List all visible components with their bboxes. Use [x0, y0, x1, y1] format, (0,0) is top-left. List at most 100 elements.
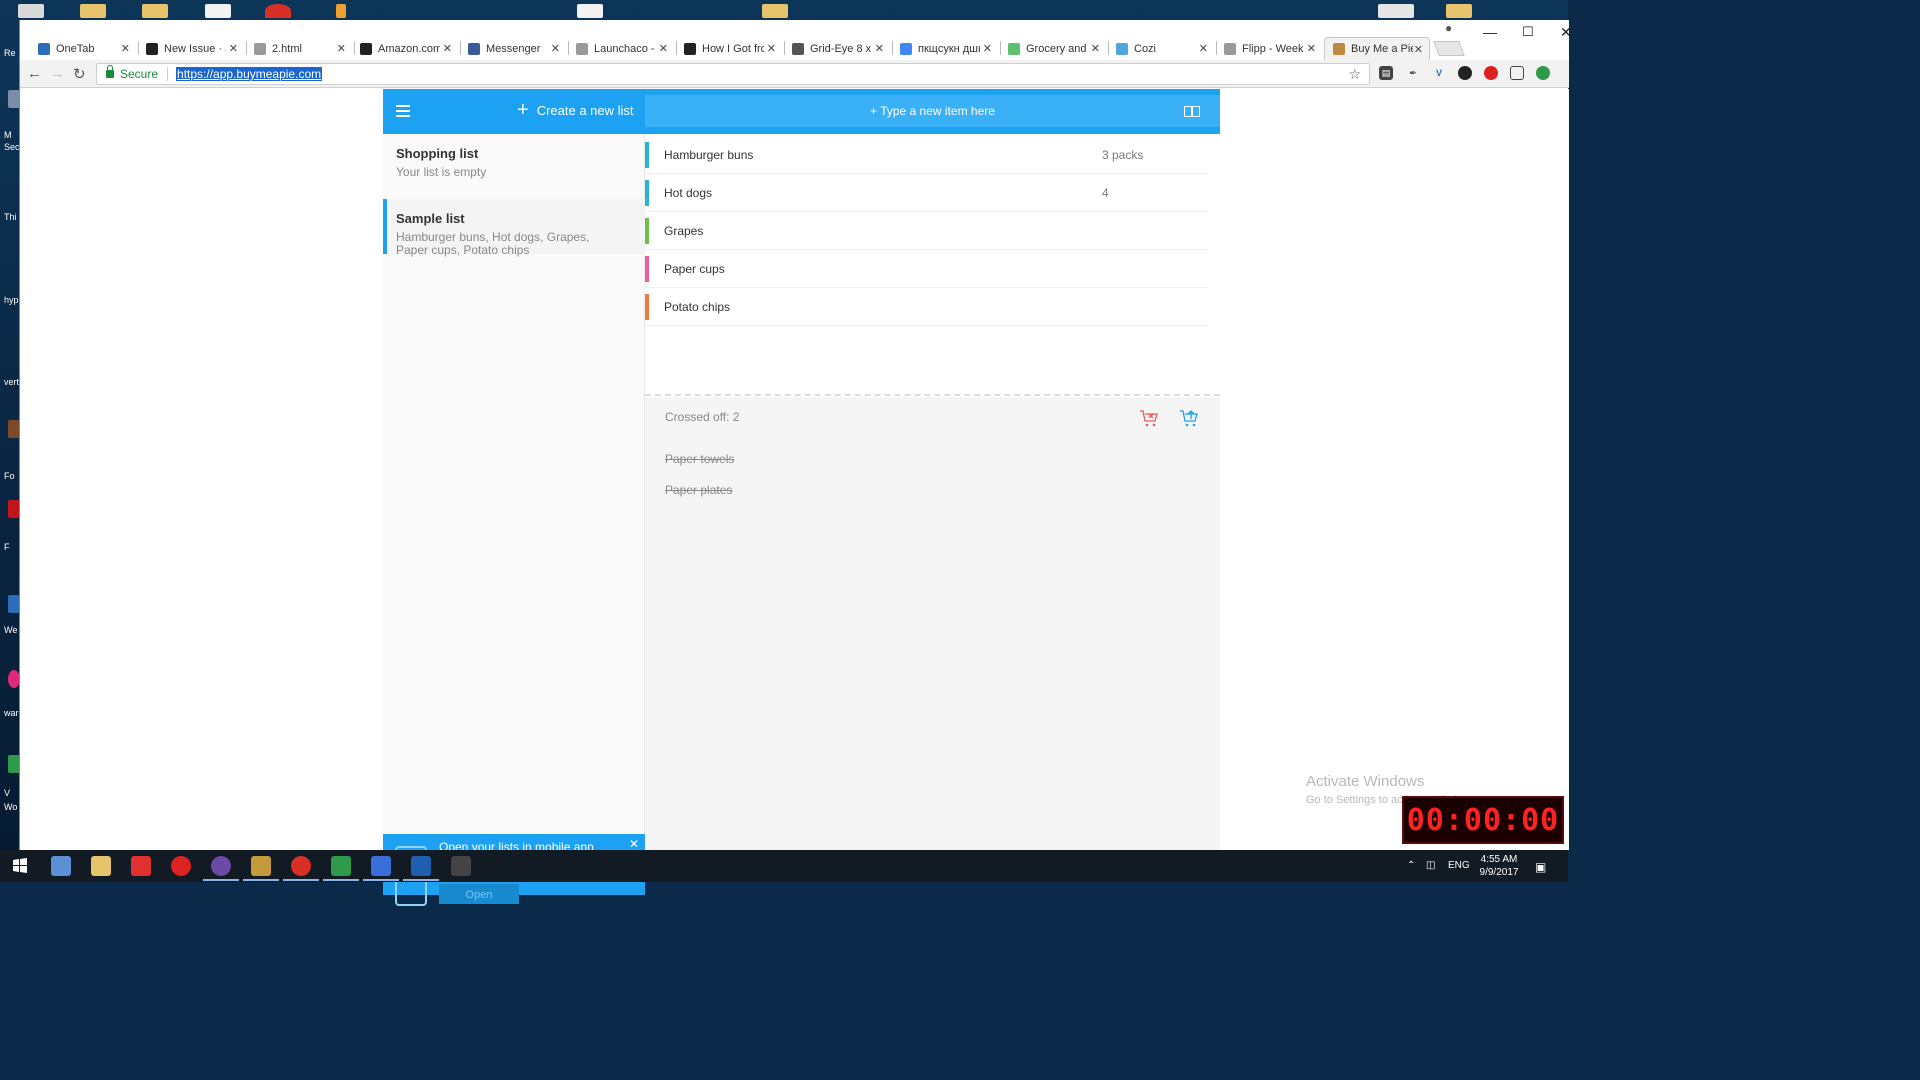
list-item-row[interactable]: Hot dogs 4: [645, 174, 1208, 212]
app-icon[interactable]: [51, 856, 71, 876]
tab-title: Messenger: [486, 42, 541, 55]
folder-icon[interactable]: [142, 4, 168, 18]
crossed-count: Crossed off: 2: [665, 410, 740, 424]
close-tab-icon[interactable]: ✕: [1307, 42, 1316, 55]
language-indicator[interactable]: ENG: [1448, 860, 1470, 871]
create-list-button[interactable]: + Create a new list: [517, 100, 634, 120]
medium-icon: [684, 42, 696, 55]
tab-1[interactable]: OneTab ✕: [30, 37, 136, 60]
tab-7[interactable]: How I Got fro ✕: [676, 37, 782, 60]
minimize-icon[interactable]: —: [1483, 24, 1497, 40]
tab-4[interactable]: Amazon.com ✕: [352, 37, 458, 60]
folder-icon[interactable]: [762, 4, 788, 18]
close-tab-icon[interactable]: ✕: [875, 42, 884, 55]
google-icon: [900, 42, 912, 55]
document-icon[interactable]: [577, 4, 603, 18]
timer-display[interactable]: 00:00:00: [1402, 796, 1564, 844]
close-tab-icon[interactable]: ✕: [229, 42, 238, 55]
tab-5[interactable]: Messenger ✕: [460, 37, 566, 60]
close-tab-icon[interactable]: ✕: [443, 42, 452, 55]
taskbar: ⌃ ◫ ENG 4:55 AM 9/9/2017 ▣: [0, 850, 1568, 882]
tab-title: How I Got fro: [702, 42, 764, 55]
chrome-icon[interactable]: [291, 856, 311, 876]
restore-crossed-cart-icon[interactable]: [1179, 408, 1199, 428]
vivaldi-icon[interactable]: [131, 856, 151, 876]
file-explorer-icon[interactable]: [91, 856, 111, 876]
app-icon[interactable]: [251, 856, 271, 876]
extension-icon[interactable]: [1510, 66, 1524, 80]
close-tab-icon[interactable]: ✕: [983, 42, 992, 55]
close-window-icon[interactable]: ✕: [1560, 24, 1572, 41]
windows-start-icon[interactable]: [10, 856, 30, 876]
address-bar[interactable]: Secure https://app.buymeapie.com ☆: [96, 63, 1370, 85]
tab-6[interactable]: Launchaco - I ✕: [568, 37, 674, 60]
list-item-row[interactable]: Paper cups: [645, 250, 1208, 288]
chrome-icon[interactable]: [265, 4, 291, 18]
forward-icon[interactable]: →: [50, 65, 65, 82]
extension-icon[interactable]: [1458, 66, 1472, 80]
close-tab-icon[interactable]: ✕: [1199, 42, 1208, 55]
clock[interactable]: 4:55 AM 9/9/2017: [1474, 853, 1524, 879]
onetab-icon[interactable]: V: [1432, 66, 1446, 80]
close-tab-icon[interactable]: ✕: [121, 42, 130, 55]
crossed-item[interactable]: Paper plates: [665, 483, 732, 497]
recycle-bin-icon[interactable]: [18, 4, 44, 18]
tab-title: Grid-Eye 8 x 8: [810, 42, 872, 55]
powershell-icon[interactable]: [411, 856, 431, 876]
close-tab-icon[interactable]: ✕: [1414, 43, 1423, 56]
app-icon[interactable]: [451, 856, 471, 876]
crossed-off-section: Crossed off: 2 Paper towels Paper plates: [645, 397, 1220, 850]
extension-icon[interactable]: [1536, 66, 1550, 80]
open-app-button[interactable]: Open: [439, 884, 519, 904]
tab-12[interactable]: Flipp - Week ✕: [1216, 37, 1322, 60]
folder-icon[interactable]: [80, 4, 106, 18]
notifications-icon[interactable]: ▣: [1535, 860, 1546, 874]
drive-icon[interactable]: [1378, 4, 1414, 18]
extension-icon[interactable]: [1484, 66, 1498, 80]
list-name: Shopping list: [396, 146, 479, 161]
folder-icon[interactable]: [1446, 4, 1472, 18]
app-icon[interactable]: [331, 856, 351, 876]
close-tab-icon[interactable]: ✕: [659, 42, 668, 55]
desktop-label: hyp: [4, 295, 19, 305]
tab-13[interactable]: Buy Me a Pie ✕: [1324, 37, 1430, 60]
profile-icon[interactable]: ●: [1445, 21, 1452, 35]
url-text[interactable]: https://app.buymeapie.com: [176, 67, 323, 81]
close-icon[interactable]: ✕: [629, 837, 639, 851]
eyedropper-icon[interactable]: ✒: [1406, 66, 1420, 80]
network-icon[interactable]: ◫: [1426, 860, 1435, 871]
tab-2[interactable]: New Issue · a ✕: [138, 37, 244, 60]
extension-icon[interactable]: ▤: [1379, 66, 1393, 80]
list-item-row[interactable]: Potato chips: [645, 288, 1208, 326]
app-icon[interactable]: [336, 4, 346, 18]
bookmark-star-icon[interactable]: ☆: [1348, 66, 1361, 83]
add-item-input[interactable]: + Type a new item here: [645, 95, 1220, 127]
tab-8[interactable]: Grid-Eye 8 x 8✕: [784, 37, 890, 60]
app-icon[interactable]: [211, 856, 231, 876]
close-tab-icon[interactable]: ✕: [1091, 42, 1100, 55]
tab-3[interactable]: 2.html ✕: [246, 37, 352, 60]
clear-crossed-cart-icon[interactable]: [1139, 408, 1159, 428]
crossed-item[interactable]: Paper towels: [665, 452, 734, 466]
close-tab-icon[interactable]: ✕: [337, 42, 346, 55]
view-toggle-icon[interactable]: [1184, 106, 1200, 117]
list-item-row[interactable]: Grapes: [645, 212, 1208, 250]
list-item-row[interactable]: Hamburger buns 3 packs: [645, 136, 1208, 174]
tray-chevron-icon[interactable]: ⌃: [1407, 860, 1415, 871]
maximize-icon[interactable]: ☐: [1522, 24, 1534, 40]
yandex-icon[interactable]: [171, 856, 191, 876]
reload-icon[interactable]: ↻: [73, 65, 86, 83]
list-item-sample[interactable]: Sample list Hamburger buns, Hot dogs, Gr…: [383, 199, 645, 257]
tab-10[interactable]: Grocery and ✕: [1000, 37, 1106, 60]
back-icon[interactable]: ←: [27, 65, 42, 82]
facebook-icon: [468, 42, 480, 55]
close-tab-icon[interactable]: ✕: [767, 42, 776, 55]
tab-9[interactable]: пкщсукн дшы ✕: [892, 37, 998, 60]
list-item-shopping[interactable]: Shopping list Your list is empty: [383, 134, 645, 191]
menu-icon[interactable]: [396, 105, 410, 117]
document-icon[interactable]: [205, 4, 231, 18]
new-tab-button[interactable]: [1433, 41, 1465, 56]
app-icon[interactable]: [371, 856, 391, 876]
tab-11[interactable]: Cozi ✕: [1108, 37, 1214, 60]
close-tab-icon[interactable]: ✕: [551, 42, 560, 55]
